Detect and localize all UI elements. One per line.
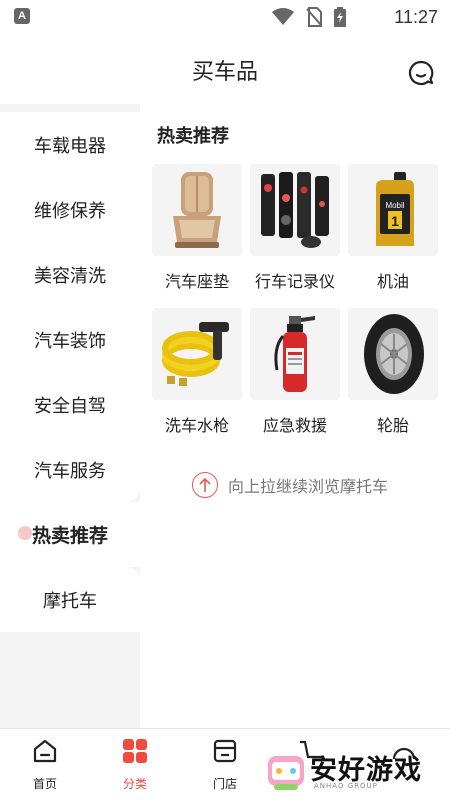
sidebar-item-maintenance[interactable]: 维修保养: [0, 177, 140, 242]
sidebar-item-label: 车载电器: [34, 135, 106, 157]
product-label: 机油: [376, 272, 409, 291]
app-header: 买车品: [0, 34, 450, 104]
arrow-up-icon: [192, 472, 218, 498]
watermark: 安好游戏 ANHAO GROUP: [266, 744, 446, 798]
active-indicator-dot: [18, 526, 32, 540]
sidebar-item-label: 汽车服务: [34, 460, 106, 482]
gamepad-logo-icon: [268, 756, 304, 790]
store-icon: [213, 739, 237, 763]
car-seat-cushion-image: [152, 164, 242, 256]
sidebar-item-safe-driving[interactable]: 安全自驾: [0, 372, 140, 437]
battery-charging-icon: [334, 7, 346, 27]
sidebar-item-label: 美容清洗: [34, 265, 106, 287]
sidebar-item-label: 热卖推荐: [31, 525, 108, 547]
sidebar-item-label: 维修保养: [34, 200, 106, 222]
sidebar-item-label: 汽车装饰: [34, 330, 106, 352]
status-icons: [272, 7, 346, 27]
home-icon: [33, 739, 57, 763]
sidebar-item-label: 安全自驾: [34, 395, 106, 417]
tire-image: [348, 308, 438, 400]
product-tire[interactable]: 轮胎: [348, 308, 438, 436]
pull-up-text: 向上拉继续浏览摩托车: [228, 477, 389, 496]
tab-home[interactable]: 首页: [10, 737, 80, 792]
notification-icon: A: [14, 8, 30, 24]
product-emergency-rescue[interactable]: 应急救援: [250, 308, 340, 436]
tab-store[interactable]: 门店: [190, 737, 260, 792]
product-car-seat-cushion[interactable]: 汽车座垫: [152, 164, 242, 292]
tab-label: 门店: [212, 777, 237, 791]
section-title: 热卖推荐: [157, 126, 229, 147]
chat-bubble-icon[interactable]: [408, 60, 434, 86]
product-panel: 热卖推荐 汽车座垫 行车记录仪 Mobil 1 机油 洗车水枪 应急救援 轮胎 …: [140, 104, 450, 728]
product-motor-oil[interactable]: Mobil 1 机油: [348, 164, 438, 292]
product-label: 行车记录仪: [254, 272, 335, 291]
page-title: 买车品: [191, 60, 258, 85]
sidebar-item-car-service[interactable]: 汽车服务: [0, 437, 140, 502]
svg-text:1: 1: [391, 213, 399, 229]
tab-label: 分类: [122, 777, 147, 791]
category-grid-icon: [123, 739, 147, 763]
sidebar-item-hot-recommend[interactable]: 热卖推荐: [0, 502, 140, 567]
product-dashcam[interactable]: 行车记录仪: [250, 164, 340, 292]
status-time: 11:27: [394, 7, 438, 27]
watermark-subtext: ANHAO GROUP: [314, 782, 378, 790]
sidebar-item-beauty-cleaning[interactable]: 美容清洗: [0, 242, 140, 307]
car-wash-hose-image: [152, 308, 242, 400]
product-label: 应急救援: [262, 416, 327, 435]
no-sim-icon: [306, 7, 322, 27]
product-car-wash-hose[interactable]: 洗车水枪: [152, 308, 242, 436]
fire-extinguisher-image: [250, 308, 340, 400]
sidebar-item-motorcycle[interactable]: 摩托车: [0, 567, 140, 632]
product-label: 洗车水枪: [164, 416, 229, 435]
sidebar-item-decoration[interactable]: 汽车装饰: [0, 307, 140, 372]
pull-up-hint: 向上拉继续浏览摩托车: [192, 472, 388, 498]
status-bar: A 11:27: [0, 0, 450, 34]
dashcam-image: [250, 164, 340, 256]
tab-label: 首页: [32, 777, 57, 791]
sidebar-item-car-electronics[interactable]: 车载电器: [0, 112, 140, 177]
wifi-icon: [272, 8, 294, 25]
sidebar-item-label: 摩托车: [43, 590, 97, 612]
product-label: 汽车座垫: [164, 272, 229, 291]
category-sidebar: 车载电器 维修保养 美容清洗 汽车装饰 安全自驾 汽车服务 热卖推荐 摩托车: [0, 104, 140, 728]
product-label: 轮胎: [376, 416, 409, 435]
tab-category[interactable]: 分类: [100, 737, 170, 792]
motor-oil-image: Mobil 1: [348, 164, 438, 256]
svg-text:Mobil: Mobil: [385, 201, 404, 210]
